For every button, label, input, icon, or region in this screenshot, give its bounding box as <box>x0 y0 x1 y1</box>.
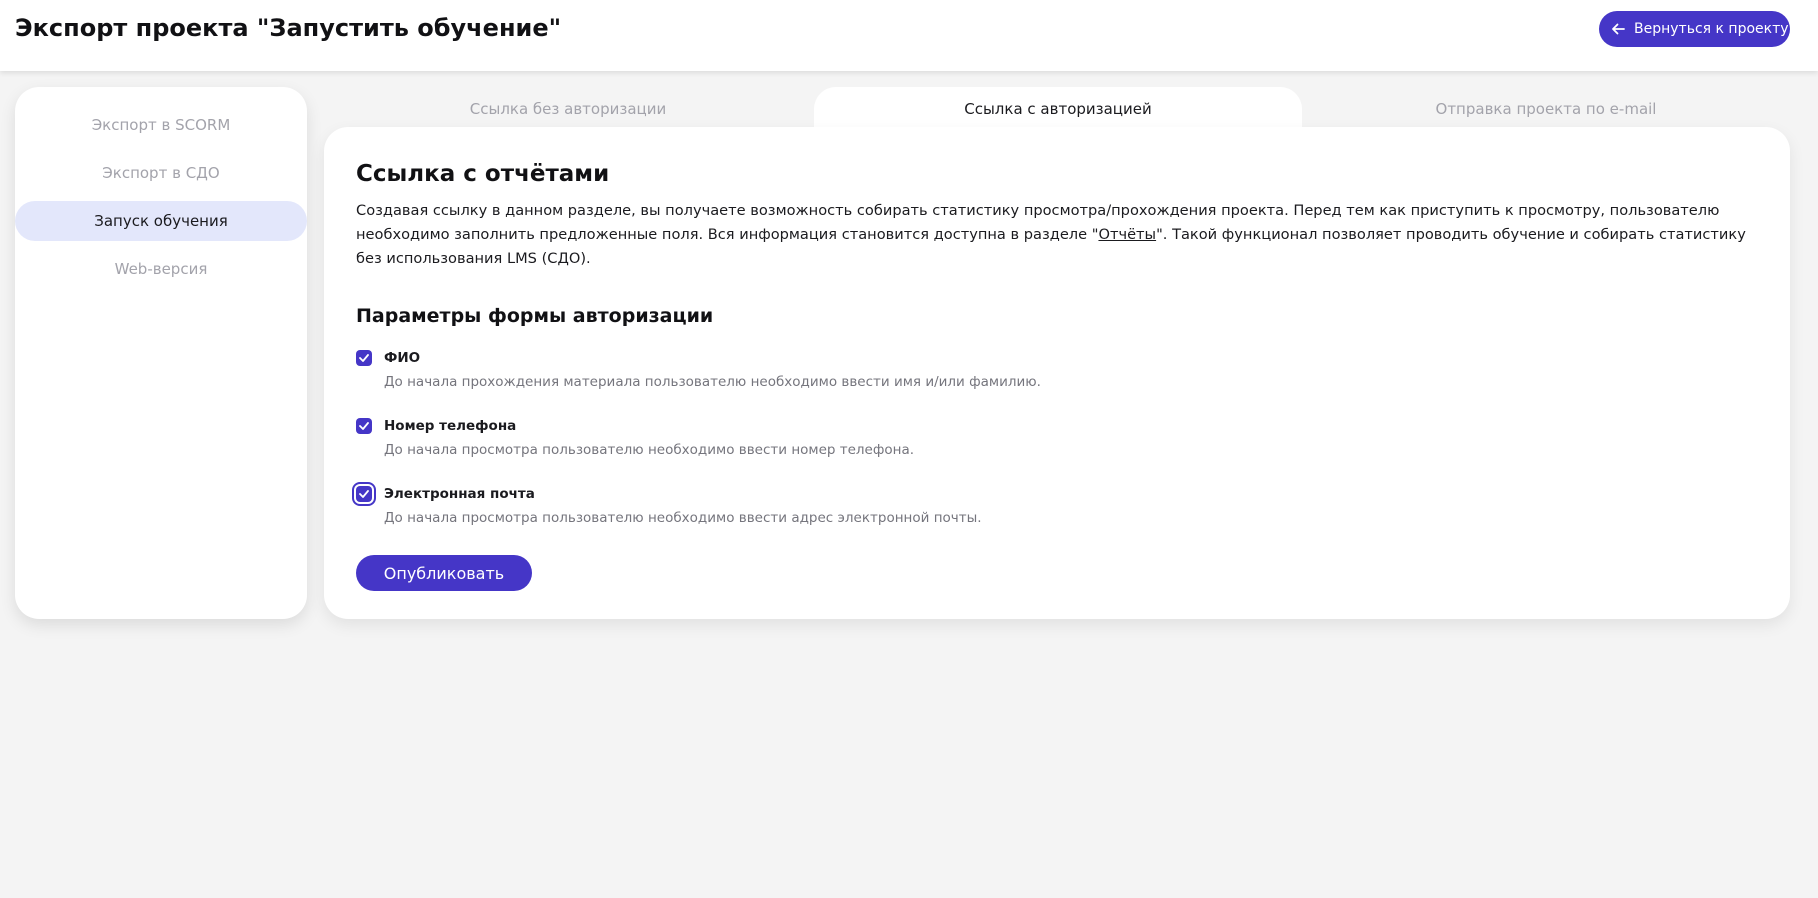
option-hint: До начала просмотра пользователю необход… <box>384 442 915 458</box>
tab-bar: Ссылка без авторизации Ссылка с авториза… <box>324 87 1790 131</box>
back-button-label: Вернуться к проекту <box>1634 21 1789 37</box>
page-header: Экспорт проекта "Запустить обучение" Вер… <box>0 0 1818 71</box>
sidebar-item-scorm[interactable]: Экспорт в SCORM <box>15 105 307 145</box>
option-hint: До начала просмотра пользователю необход… <box>384 510 982 526</box>
sidebar-item-launch-training[interactable]: Запуск обучения <box>15 201 307 241</box>
checkmark-icon <box>359 354 369 362</box>
back-to-project-button[interactable]: Вернуться к проекту <box>1599 11 1790 47</box>
option-phone: Номер телефона До начала просмотра польз… <box>356 415 1758 483</box>
tab-label: Отправка проекта по e-mail <box>1435 100 1657 118</box>
tab-send-by-email[interactable]: Отправка проекта по e-mail <box>1302 87 1790 131</box>
sidebar-item-label: Экспорт в SCORM <box>91 116 231 134</box>
option-label: Электронная почта <box>384 486 535 502</box>
auth-form-params-heading: Параметры формы авторизации <box>356 305 714 327</box>
full-name-checkbox[interactable] <box>356 350 372 366</box>
tab-link-with-auth[interactable]: Ссылка с авторизацией <box>814 87 1302 131</box>
sidebar-item-label: Web-версия <box>114 260 208 278</box>
description-text: Создавая ссылку в данном разделе, вы пол… <box>356 199 1758 271</box>
tab-label: Ссылка без авторизации <box>469 100 667 118</box>
phone-checkbox[interactable] <box>356 418 372 434</box>
option-label: Номер телефона <box>384 418 517 434</box>
content-card: Ссылка с отчётами Создавая ссылку в данн… <box>324 127 1790 619</box>
export-sidebar: Экспорт в SCORM Экспорт в СДО Запуск обу… <box>15 87 307 619</box>
sidebar-item-label: Экспорт в СДО <box>102 164 220 182</box>
sidebar-item-label: Запуск обучения <box>94 212 228 230</box>
option-hint: До начала прохождения материала пользова… <box>384 374 1041 390</box>
reports-link[interactable]: Отчёты <box>1098 226 1156 243</box>
option-email: Электронная почта До начала просмотра по… <box>356 483 1758 551</box>
email-checkbox[interactable] <box>356 486 372 502</box>
option-label: ФИО <box>384 350 421 366</box>
arrow-left-icon <box>1612 23 1625 35</box>
sidebar-item-lms[interactable]: Экспорт в СДО <box>15 153 307 193</box>
section-heading: Ссылка с отчётами <box>356 161 610 187</box>
sidebar-item-web-version[interactable]: Web-версия <box>15 249 307 289</box>
publish-button[interactable]: Опубликовать <box>356 555 532 591</box>
option-full-name: ФИО До начала прохождения материала поль… <box>356 347 1758 415</box>
tab-link-without-auth[interactable]: Ссылка без авторизации <box>324 87 812 131</box>
tab-label: Ссылка с авторизацией <box>964 100 1152 118</box>
page-title: Экспорт проекта "Запустить обучение" <box>15 14 562 42</box>
checkmark-icon <box>359 422 369 430</box>
checkmark-icon <box>359 490 369 498</box>
